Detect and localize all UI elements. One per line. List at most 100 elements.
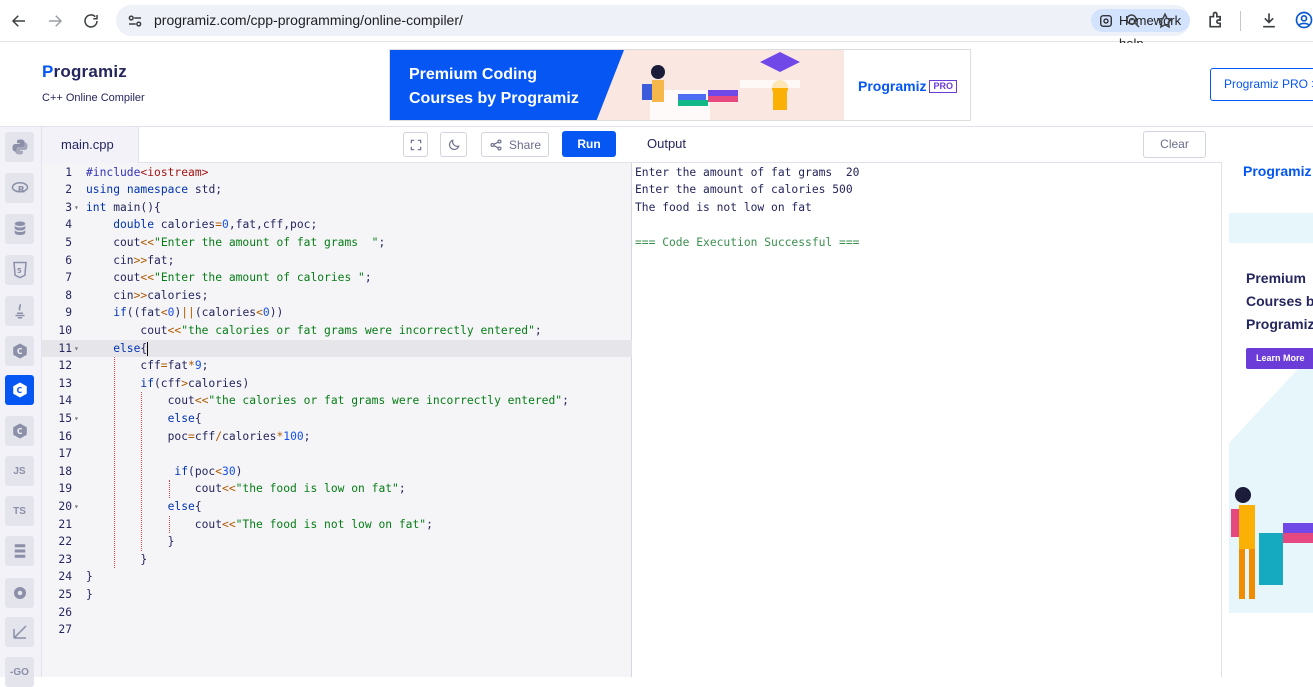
code-line[interactable]: 17 [42,445,632,463]
code-line[interactable]: 15 ▾ else{ [42,410,632,428]
code-line[interactable]: 19 cout<<"the food is low on fat"; [42,480,632,498]
code-line[interactable]: 3 ▾ int main(){ [42,199,632,217]
code-line[interactable]: 8 cin>>calories; [42,287,632,305]
code-line[interactable]: 6 cin>>fat; [42,252,632,270]
language-js-button[interactable]: JS [5,456,34,486]
download-icon[interactable] [1259,10,1279,30]
execution-status: === Code Execution Successful === [635,235,860,249]
language-rust-button[interactable] [5,578,34,608]
code-text: poc=cff/calories*100; [167,429,311,443]
code-line[interactable]: 21 cout<<"The food is not low on fat"; [42,516,632,534]
code-text: if((fat<0)||(calories<0)) [113,306,284,320]
back-icon[interactable] [7,9,31,33]
banner-pro-box: Programiz PRO [844,50,970,120]
zoom-icon[interactable] [1124,12,1142,30]
forward-icon[interactable] [43,9,67,33]
code-line[interactable]: 14 cout<<"the calories or fat grams were … [42,392,632,410]
code-line[interactable]: 24} [42,568,632,586]
bookmark-star-icon[interactable] [1156,12,1174,30]
r-icon: R [11,182,28,196]
share-button[interactable]: Share [481,132,549,157]
code-line[interactable]: 5 cout<<"Enter the amount of fat grams "; [42,234,632,252]
language-r-button[interactable]: R [5,173,34,203]
line-number: 15 [58,411,72,425]
url-text[interactable]: programiz.com/cpp-programming/online-com… [154,12,463,28]
code-line[interactable]: 2 using namespace std; [42,181,632,199]
line-number: 5 [65,235,72,249]
fold-toggle-icon[interactable]: ▾ [74,199,79,217]
clear-button[interactable]: Clear [1143,131,1206,158]
site-settings-icon[interactable] [126,12,144,30]
side-ad[interactable]: Programiz Premium Courses b Programiz Le… [1229,133,1313,613]
code-text: cin>>fat; [113,253,175,267]
python-icon [12,139,27,155]
fold-toggle-icon[interactable]: ▾ [74,410,79,428]
code-text: cout<<"the calories or fat grams were in… [140,323,542,337]
language-python-button[interactable] [5,132,34,162]
banner-illustration [642,52,800,120]
code-line[interactable]: 10 cout<<"the calories or fat grams were … [42,322,632,340]
language-html-button[interactable]: 5 [5,255,34,285]
fullscreen-button[interactable] [403,132,428,157]
output-toolbar: Output Clear [632,127,1222,163]
code-line[interactable]: 13 if(cff>calories) [42,375,632,393]
code-line[interactable]: 9 if((fat<0)||(calories<0)) [42,304,632,322]
learn-more-button[interactable]: Learn More [1246,348,1313,369]
line-number: 13 [58,376,72,390]
fold-toggle-icon[interactable]: ▾ [74,340,79,358]
language-go-db-button[interactable] [5,536,34,566]
code-editor[interactable]: 1 #include<iostream> 2 using namespace std;… [42,163,632,677]
language-kotlin-button[interactable] [5,617,34,647]
share-label: Share [508,137,542,152]
share-icon [490,138,502,151]
code-line[interactable]: 16 poc=cff/calories*100; [42,428,632,446]
code-line[interactable]: 20 ▾ else{ [42,498,632,516]
code-line[interactable]: 11 ▾ else{ [42,339,632,358]
extensions-icon[interactable] [1206,10,1226,30]
side-ad-illustration [1231,487,1313,599]
code-line[interactable]: 4 double calories=0,fat,cff,poc; [42,216,632,234]
code-line[interactable]: 12 cff=fat*9; [42,357,632,375]
browser-toolbar: programiz.com/cpp-programming/online-com… [0,0,1313,51]
code-line[interactable]: 7 cout<<"Enter the amount of calories "; [42,269,632,287]
profile-icon[interactable] [1294,10,1313,30]
output-console[interactable]: Enter the amount of fat grams 20 Enter th… [632,163,1222,677]
promo-banner[interactable]: Premium Coding Courses by Programiz Prog… [389,49,971,121]
language-cpp-button[interactable]: C [5,375,34,405]
toolbar-divider [1240,11,1241,31]
language-java-button[interactable] [5,296,34,326]
indent-guide [168,515,170,534]
rust-icon [13,587,26,599]
language-ts-button[interactable]: TS [5,496,34,526]
language-c-button[interactable]: C [5,336,34,366]
line-number: 19 [58,482,72,496]
language-csharp-button[interactable]: C [5,416,34,446]
svg-text:C: C [17,347,23,356]
line-number: 23 [58,552,72,566]
output-line: Enter the amount of fat grams 20 [635,165,860,179]
line-number: 9 [65,306,72,320]
run-button[interactable]: Run [562,131,616,157]
code-line[interactable]: 25} [42,586,632,604]
svg-text:C: C [16,386,22,395]
line-number: 6 [65,253,72,267]
code-line[interactable]: 23} [42,551,632,569]
fold-toggle-icon[interactable]: ▾ [74,498,79,516]
language-sql-button[interactable] [5,214,34,244]
line-number: 14 [58,394,72,408]
language-go-button[interactable]: -GO [5,657,34,687]
code-line[interactable]: 22} [42,533,632,551]
dark-mode-button[interactable] [440,132,467,157]
compiler-subtitle: C++ Online Compiler [42,92,145,104]
line-number: 1 [65,165,72,179]
programiz-pro-button[interactable]: Programiz PRO > [1210,68,1313,101]
programiz-logo[interactable]: Programiz [42,62,127,82]
banner-line-2: Courses by Programiz [409,90,579,107]
code-line[interactable]: 1 #include<iostream> [42,164,632,182]
address-bar[interactable]: programiz.com/cpp-programming/online-com… [116,5,1191,51]
code-line[interactable]: 27 [42,621,632,639]
reload-icon[interactable] [79,9,103,33]
code-line[interactable]: 26 [42,604,632,622]
file-tab-main-cpp[interactable]: main.cpp [42,127,139,164]
code-line[interactable]: 18 if(poc<30) [42,463,632,481]
